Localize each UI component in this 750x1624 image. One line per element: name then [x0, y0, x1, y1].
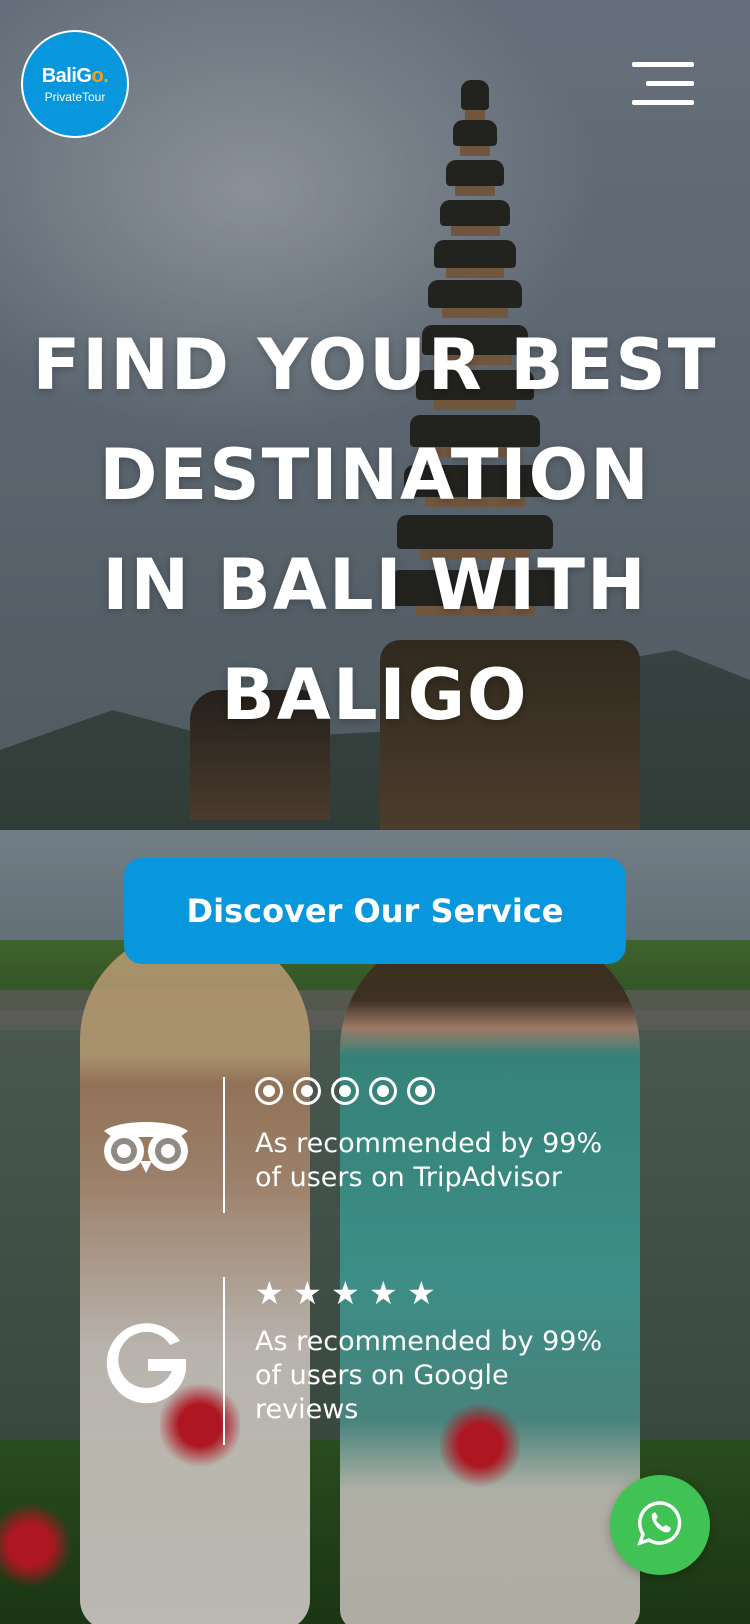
tripadvisor-bubble-icon	[293, 1077, 321, 1105]
google-review-text: As recommended by 99% of users on Google…	[255, 1326, 603, 1425]
logo-main-text: BaliG	[41, 64, 92, 87]
hero-title-line: FIND YOUR BEST	[32, 324, 718, 406]
hero-title-line: BALIGO	[221, 654, 529, 736]
star-icon: ★	[293, 1274, 322, 1312]
hero-title: FIND YOUR BEST DESTINATION IN BALI WITH …	[30, 310, 720, 750]
tripadvisor-review-text: As recommended by 99% of users on TripAd…	[255, 1128, 603, 1193]
hero-title-line: IN BALI WITH	[102, 544, 648, 626]
whatsapp-button[interactable]	[610, 1475, 710, 1575]
tripadvisor-bubble-icon	[331, 1077, 359, 1105]
logo-subtitle: PrivateTour	[44, 89, 106, 104]
tripadvisor-bubble-icon	[255, 1077, 283, 1105]
hero-title-line: DESTINATION	[99, 434, 651, 516]
star-icon: ★	[407, 1274, 436, 1312]
tripadvisor-rating	[255, 1077, 435, 1105]
tripadvisor-review: As recommended by 99% of users on TripAd…	[100, 1077, 620, 1213]
star-icon: ★	[255, 1274, 284, 1312]
google-review: ★ ★ ★ ★ ★ As recommended by 99% of users…	[100, 1277, 620, 1445]
whatsapp-icon	[636, 1499, 684, 1551]
star-icon: ★	[369, 1274, 398, 1312]
tripadvisor-owl-icon	[100, 1117, 192, 1179]
brand-logo[interactable]: BaliGo. PrivateTour	[21, 30, 129, 138]
tripadvisor-bubble-icon	[407, 1077, 435, 1105]
star-icon: ★	[331, 1274, 360, 1312]
discover-service-button[interactable]: Discover Our Service	[124, 858, 626, 964]
logo-main-accent: o.	[91, 64, 109, 87]
tripadvisor-bubble-icon	[369, 1077, 397, 1105]
google-rating: ★ ★ ★ ★ ★	[255, 1274, 436, 1312]
review-divider	[223, 1277, 225, 1445]
google-g-icon	[100, 1315, 192, 1411]
hamburger-menu-icon[interactable]	[632, 62, 694, 106]
review-divider	[223, 1077, 225, 1213]
